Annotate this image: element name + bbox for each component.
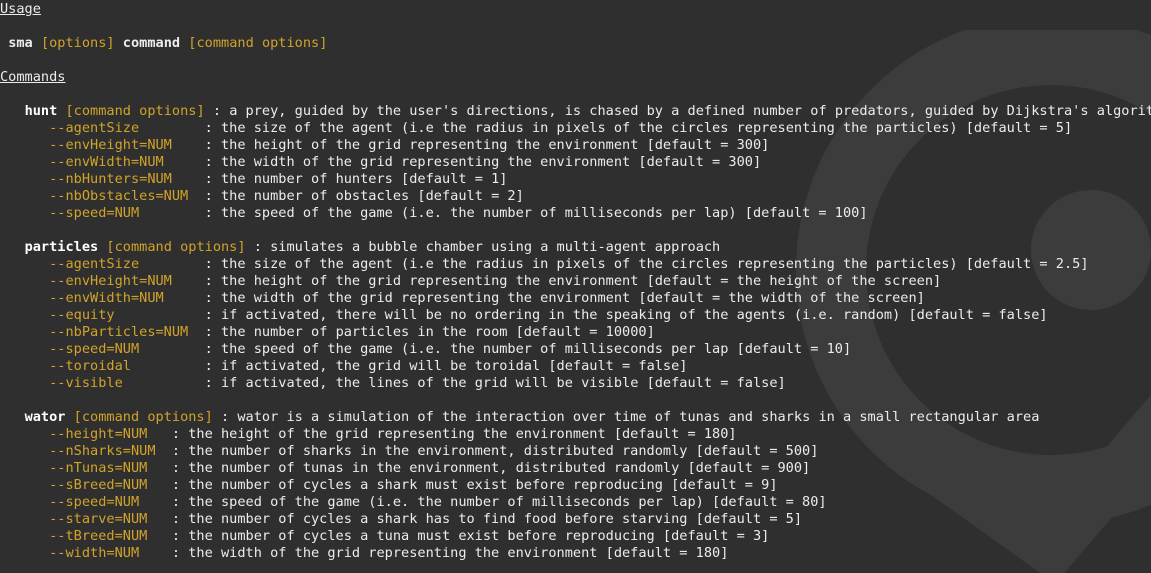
flag-name: --speed=NUM: [49, 205, 197, 221]
flag-row: --equity : if activated, there will be n…: [0, 307, 1048, 324]
flag-name: --envHeight=NUM: [49, 273, 197, 289]
command-description: : simulates a bubble chamber using a mul…: [245, 239, 721, 255]
usage-heading: Usage: [0, 1, 41, 17]
flag-row: --nbHunters=NUM : the number of hunters …: [0, 171, 507, 188]
flag-desc: : the number of tunas in the environment…: [163, 460, 811, 476]
flag-row: --height=NUM : the height of the grid re…: [0, 426, 737, 443]
flag-name: --agentSize: [49, 120, 197, 136]
flag-desc: : the height of the grid representing th…: [163, 426, 737, 442]
flag-name: --nSharks=NUM: [49, 443, 164, 459]
flag-row: --width=NUM : the width of the grid repr…: [0, 545, 728, 562]
program-name: sma: [8, 35, 33, 51]
flag-row: --envWidth=NUM : the width of the grid r…: [0, 154, 761, 171]
flag-row: --envHeight=NUM : the height of the grid…: [0, 137, 769, 154]
flag-desc: : the width of the grid representing the…: [163, 545, 729, 561]
command-description: : wator is a simulation of the interacti…: [212, 409, 1040, 425]
flag-desc: : if activated, the grid will be toroida…: [196, 358, 688, 374]
flag-row: --nSharks=NUM : the number of sharks in …: [0, 443, 818, 460]
command-options-label: [command options]: [106, 239, 246, 255]
flag-name: --agentSize: [49, 256, 197, 272]
command-particles: particles [command options] : simulates …: [0, 239, 721, 256]
flag-row: --nbObstacles=NUM : the number of obstac…: [0, 188, 524, 205]
flag-name: --envWidth=NUM: [49, 154, 197, 170]
flag-name: --nbParticles=NUM: [49, 324, 197, 340]
flag-row: --agentSize : the size of the agent (i.e…: [0, 120, 1072, 137]
flag-row: --visible : if activated, the lines of t…: [0, 375, 786, 392]
flag-desc: : the width of the grid representing the…: [196, 290, 925, 306]
options-placeholder: [options]: [40, 35, 115, 51]
flag-desc: : the number of sharks in the environmen…: [163, 443, 819, 459]
flag-desc: : the speed of the game (i.e. the number…: [196, 205, 868, 221]
flag-desc: : if activated, the lines of the grid wi…: [196, 375, 786, 391]
flag-name: --speed=NUM: [49, 341, 197, 357]
flag-row: --agentSize : the size of the agent (i.e…: [0, 256, 1089, 273]
flag-name: --width=NUM: [49, 545, 164, 561]
flag-desc: : the size of the agent (i.e the radius …: [196, 256, 1089, 272]
flag-name: --height=NUM: [49, 426, 164, 442]
flag-desc: : the number of particles in the room [d…: [196, 324, 655, 340]
command-wator: wator [command options] : wator is a sim…: [0, 409, 1040, 426]
flag-name: --nbHunters=NUM: [49, 171, 197, 187]
flag-row: --nbParticles=NUM : the number of partic…: [0, 324, 655, 341]
commands-heading: Commands: [0, 69, 66, 85]
command-name: wator: [24, 409, 66, 425]
flag-row: --tBreed=NUM : the number of cycles a tu…: [0, 528, 769, 545]
flag-name: --envWidth=NUM: [49, 290, 197, 306]
usage-line: sma [options] command [command options]: [0, 35, 327, 52]
flag-name: --envHeight=NUM: [49, 137, 197, 153]
flag-name: --starve=NUM: [49, 511, 164, 527]
command-options-placeholder: [command options]: [188, 35, 328, 51]
flag-row: --speed=NUM : the speed of the game (i.e…: [0, 205, 868, 222]
flag-desc: : if activated, there will be no orderin…: [196, 307, 1048, 323]
flag-row: --sBreed=NUM : the number of cycles a sh…: [0, 477, 778, 494]
command-hunt: hunt [command options] : a prey, guided …: [0, 103, 1151, 120]
flag-row: --nTunas=NUM : the number of tunas in th…: [0, 460, 810, 477]
flag-desc: : the number of obstacles [default = 2]: [196, 188, 524, 204]
flag-desc: : the height of the grid representing th…: [196, 137, 770, 153]
flag-name: --visible: [49, 375, 197, 391]
flag-row: --toroidal : if activated, the grid will…: [0, 358, 688, 375]
flag-desc: : the number of hunters [default = 1]: [196, 171, 508, 187]
flag-name: --nbObstacles=NUM: [49, 188, 197, 204]
flag-desc: : the number of cycles a shark must exis…: [163, 477, 778, 493]
flag-desc: : the size of the agent (i.e the radius …: [196, 120, 1073, 136]
command-options-label: [command options]: [73, 409, 213, 425]
flag-name: --toroidal: [49, 358, 197, 374]
flag-name: --tBreed=NUM: [49, 528, 164, 544]
command-options-label: [command options]: [65, 103, 205, 119]
terminal-window: Usage sma [options] command [command opt…: [0, 0, 1151, 573]
flag-name: --sBreed=NUM: [49, 477, 164, 493]
command-description: : a prey, guided by the user's direction…: [204, 103, 1151, 119]
flag-desc: : the speed of the game (i.e. the number…: [163, 494, 827, 510]
flag-row: --envWidth=NUM : the width of the grid r…: [0, 290, 925, 307]
flag-row: --speed=NUM : the speed of the game (i.e…: [0, 494, 827, 511]
command-placeholder: command: [122, 35, 181, 51]
flag-name: --equity: [49, 307, 197, 323]
flag-name: --nTunas=NUM: [49, 460, 164, 476]
flag-desc: : the number of cycles a tuna must exist…: [163, 528, 770, 544]
flag-desc: : the width of the grid representing the…: [196, 154, 762, 170]
flag-row: --starve=NUM : the number of cycles a sh…: [0, 511, 802, 528]
command-name: hunt: [24, 103, 58, 119]
flag-row: --envHeight=NUM : the height of the grid…: [0, 273, 941, 290]
flag-name: --speed=NUM: [49, 494, 164, 510]
flag-desc: : the number of cycles a shark has to fi…: [163, 511, 803, 527]
flag-row: --speed=NUM : the speed of the game (i.e…: [0, 341, 851, 358]
flag-desc: : the speed of the game (i.e. the number…: [196, 341, 852, 357]
command-name: particles: [24, 239, 99, 255]
flag-desc: : the height of the grid representing th…: [196, 273, 942, 289]
